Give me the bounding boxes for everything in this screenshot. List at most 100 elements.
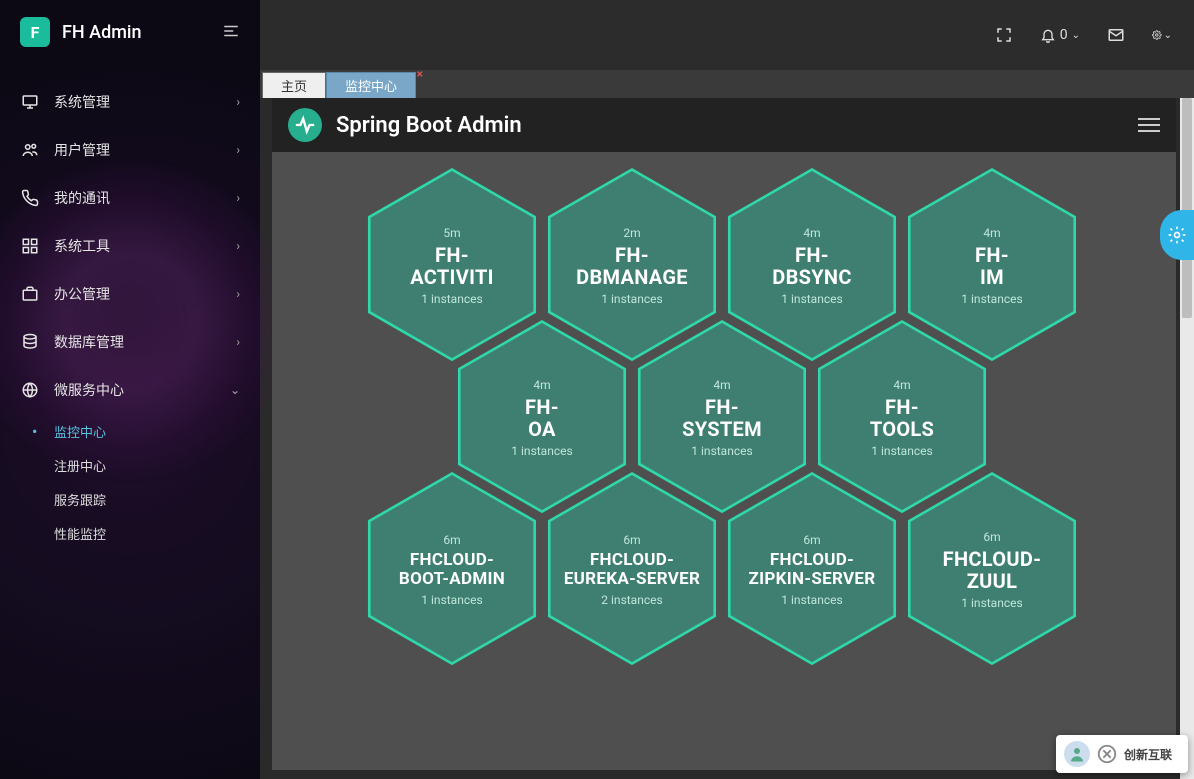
hex-service-name: FH-IM [975,244,1009,288]
bell-icon [1040,27,1056,43]
grid-icon [20,236,40,256]
vertical-scrollbar[interactable] [1180,98,1194,779]
sidebar-item-label: 我的通讯 [54,188,110,208]
hex-service-name: FH-DBSYNC [772,244,851,288]
fullscreen-button[interactable] [994,25,1014,45]
hex-instances: 1 instances [601,292,662,306]
hex-instances: 1 instances [961,292,1022,306]
service-hex[interactable]: 6m FHCLOUD-ZUUL 1 instances [904,470,1080,670]
hex-uptime: 6m [443,533,460,547]
database-icon [20,332,40,352]
vendor-badge[interactable]: 创新互联 [1056,735,1188,773]
chevron-right-icon: › [236,191,240,205]
notification-button[interactable]: 0 ⌄ [1040,27,1080,43]
tab-home[interactable]: 主页 [262,72,326,98]
sidebar-item-communication[interactable]: 我的通讯 › [0,174,260,222]
service-hex[interactable]: 6m FHCLOUD-EUREKA-SERVER 2 instances [544,470,720,670]
sidebar-item-system-manage[interactable]: 系统管理 › [0,78,260,126]
hex-label: 6m FHCLOUD-EUREKA-SERVER 2 instances [544,470,720,670]
logo-badge[interactable]: F [20,17,50,47]
brand-mark-icon [1096,743,1118,765]
hex-instances: 2 instances [601,593,662,607]
hex-instances: 1 instances [781,593,842,607]
sidebar-sub-monitor-center[interactable]: 监控中心 [54,414,260,448]
sidebar-sub-label: 性能监控 [54,524,106,543]
users-icon [20,140,40,160]
topbar: 0 ⌄ ⌄ [260,0,1194,70]
side-settings-tab[interactable] [1160,210,1194,260]
hex-uptime: 2m [623,226,640,240]
sidebar-sub-service-trace[interactable]: 服务跟踪 [54,482,260,516]
hex-uptime: 6m [983,530,1000,544]
hex-service-name: FH-OA [525,396,559,440]
hex-instances: 1 instances [421,292,482,306]
hex-label: 6m FHCLOUD-ZIPKIN-SERVER 1 instances [724,470,900,670]
mail-button[interactable] [1106,25,1126,45]
spring-boot-admin-header: Spring Boot Admin [272,98,1176,152]
sba-menu-button[interactable] [1138,114,1160,136]
sidebar-item-label: 办公管理 [54,284,110,304]
notification-count: 0 [1060,27,1068,43]
settings-button[interactable]: ⌄ [1152,25,1172,45]
sidebar-sub-label: 服务跟踪 [54,490,106,509]
hex-instances: 1 instances [421,593,482,607]
hex-service-name: FHCLOUD-ZIPKIN-SERVER [749,551,876,588]
hex-instances: 1 instances [871,444,932,458]
hex-grid: 5m FH-ACTIVITI 1 instances 2m FH-DBMANAG… [272,152,1176,770]
sidebar-item-label: 微服务中心 [54,380,124,400]
sidebar-collapse-button[interactable] [222,22,242,42]
hex-label: 6m FHCLOUD-BOOT-ADMIN 1 instances [364,470,540,670]
main-content: Spring Boot Admin 5m FH-ACTIVITI 1 insta… [272,98,1176,770]
service-hex[interactable]: 6m FHCLOUD-BOOT-ADMIN 1 instances [364,470,540,670]
sidebar-nav: 系统管理 › 用户管理 › 我的通讯 › 系统工具 › 办公管理 › 数据库管理… [0,64,260,550]
sidebar-sub-label: 注册中心 [54,456,106,475]
phone-icon [20,188,40,208]
monitor-icon [20,92,40,112]
gear-icon [1167,225,1187,245]
sidebar-item-label: 系统管理 [54,92,110,112]
person-icon [1068,745,1086,763]
sidebar-item-office-manage[interactable]: 办公管理 › [0,270,260,318]
hex-service-name: FH-DBMANAGE [576,244,688,288]
sidebar-item-label: 系统工具 [54,236,110,256]
hex-uptime: 5m [443,226,460,240]
sidebar-sub-performance-monitor[interactable]: 性能监控 [54,516,260,550]
globe-icon [20,380,40,400]
scrollbar-thumb[interactable] [1182,98,1192,318]
chevron-right-icon: › [236,143,240,157]
hex-uptime: 4m [713,378,730,392]
sidebar-item-label: 数据库管理 [54,332,124,352]
sidebar-item-label: 用户管理 [54,140,110,160]
tab-label: 监控中心 [345,76,397,95]
sidebar-item-user-manage[interactable]: 用户管理 › [0,126,260,174]
hex-instances: 1 instances [781,292,842,306]
service-hex[interactable]: 6m FHCLOUD-ZIPKIN-SERVER 1 instances [724,470,900,670]
sidebar-sub-label: 监控中心 [54,422,106,441]
hex-service-name: FH-SYSTEM [682,396,762,440]
hex-instances: 1 instances [511,444,572,458]
tab-strip: 主页 监控中心 × [260,70,1194,98]
chevron-down-icon: ⌄ [1164,30,1172,41]
chevron-right-icon: › [236,287,240,301]
chevron-down-icon: ⌄ [1072,30,1080,41]
briefcase-icon [20,284,40,304]
brand-title: FH Admin [62,22,142,43]
chevron-right-icon: › [236,239,240,253]
sidebar-item-database-manage[interactable]: 数据库管理 › [0,318,260,366]
hex-uptime: 4m [533,378,550,392]
sidebar-item-system-tools[interactable]: 系统工具 › [0,222,260,270]
sidebar-sub-register-center[interactable]: 注册中心 [54,448,260,482]
sidebar-header: F FH Admin [0,0,260,64]
hex-uptime: 6m [803,533,820,547]
hex-uptime: 4m [803,226,820,240]
hex-uptime: 4m [983,226,1000,240]
tab-close-button[interactable]: × [417,67,423,81]
hex-label: 6m FHCLOUD-ZUUL 1 instances [904,470,1080,670]
tab-monitor-center[interactable]: 监控中心 × [326,72,416,98]
hex-instances: 1 instances [961,596,1022,610]
hex-service-name: FHCLOUD-ZUUL [943,548,1042,592]
hex-instances: 1 instances [691,444,752,458]
hex-uptime: 6m [623,533,640,547]
sidebar-item-microservice-center[interactable]: 微服务中心 ⌄ [0,366,260,414]
sidebar-subnav: 监控中心 注册中心 服务跟踪 性能监控 [0,414,260,550]
